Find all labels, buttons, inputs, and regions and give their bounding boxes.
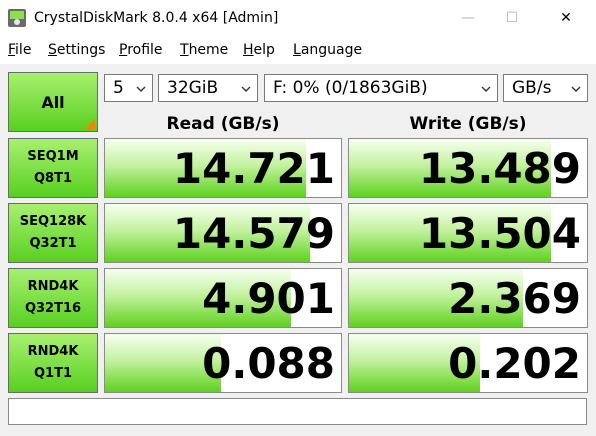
minimize-button[interactable]: —	[446, 0, 490, 36]
write-result-cell: 2.369	[348, 268, 588, 328]
test-name: RND4K	[27, 279, 79, 294]
count-select[interactable]: 5	[104, 74, 153, 102]
corner-marker-icon	[85, 119, 95, 129]
unit-select[interactable]: GB/s	[503, 74, 588, 102]
menu-bar: File Settings Profile Theme Help Languag…	[0, 36, 596, 64]
unit-value: GB/s	[512, 78, 552, 98]
write-result-cell: 0.202	[348, 333, 588, 393]
chevron-down-icon	[571, 86, 581, 92]
test-queue: Q1T1	[33, 366, 72, 381]
title-bar: CrystalDiskMark 8.0.4 x64 [Admin] — ☐ ✕	[0, 0, 596, 36]
write-column-header: Write (GB/s)	[409, 114, 527, 134]
read-column-header: Read (GB/s)	[166, 114, 280, 134]
run-all-label: All	[41, 92, 65, 112]
menu-profile[interactable]: Profile	[119, 36, 163, 64]
size-select[interactable]: 32GiB	[158, 74, 258, 102]
menu-help[interactable]: Help	[243, 36, 275, 64]
drive-value: F: 0% (0/1863GiB)	[273, 78, 428, 98]
read-result-cell: 4.901	[104, 268, 342, 328]
read-value: 14.579	[172, 209, 335, 258]
run-all-button[interactable]: All	[8, 72, 98, 132]
chevron-down-icon	[241, 86, 251, 92]
chevron-down-icon	[136, 86, 146, 92]
write-value: 13.504	[418, 209, 581, 258]
write-result-cell: 13.489	[348, 138, 588, 198]
menu-file[interactable]: File	[8, 36, 31, 64]
test-button-rnd4k-q32t16[interactable]: RND4K Q32T16	[8, 268, 98, 328]
test-button-seq128k-q32t1[interactable]: SEQ128K Q32T1	[8, 203, 98, 263]
close-button[interactable]: ✕	[544, 0, 588, 36]
close-icon: ✕	[560, 10, 572, 26]
window-title: CrystalDiskMark 8.0.4 x64 [Admin]	[34, 10, 279, 26]
count-value: 5	[113, 78, 124, 98]
test-button-seq1m-q8t1[interactable]: SEQ1M Q8T1	[8, 138, 98, 198]
chevron-down-icon	[481, 86, 491, 92]
read-result-cell: 14.721	[104, 138, 342, 198]
menu-language[interactable]: Language	[293, 36, 362, 64]
write-value: 13.489	[418, 144, 581, 193]
test-name: SEQ1M	[27, 149, 79, 164]
size-value: 32GiB	[167, 78, 219, 98]
read-value: 0.088	[202, 339, 335, 388]
read-result-cell: 0.088	[104, 333, 342, 393]
write-value: 0.202	[448, 339, 581, 388]
test-queue: Q8T1	[33, 171, 72, 186]
write-result-cell: 13.504	[348, 203, 588, 263]
menu-theme[interactable]: Theme	[180, 36, 228, 64]
maximize-button[interactable]: ☐	[490, 0, 534, 36]
test-queue: Q32T16	[24, 301, 82, 316]
test-queue: Q32T1	[29, 236, 77, 251]
write-value: 2.369	[448, 274, 581, 323]
test-name: SEQ128K	[19, 214, 87, 229]
read-value: 14.721	[172, 144, 335, 193]
menu-settings[interactable]: Settings	[48, 36, 105, 64]
read-result-cell: 14.579	[104, 203, 342, 263]
drive-select[interactable]: F: 0% (0/1863GiB)	[264, 74, 498, 102]
disk-app-icon	[8, 9, 26, 27]
test-name: RND4K	[27, 344, 79, 359]
comment-input[interactable]	[8, 398, 587, 425]
read-value: 4.901	[202, 274, 335, 323]
maximize-icon: ☐	[505, 10, 519, 26]
test-button-rnd4k-q1t1[interactable]: RND4K Q1T1	[8, 333, 98, 393]
minimize-icon: —	[461, 10, 475, 26]
